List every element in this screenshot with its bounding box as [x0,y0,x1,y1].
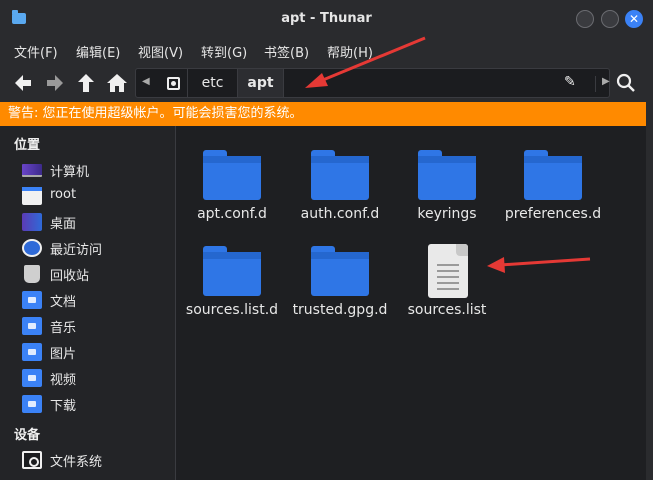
menu-file[interactable]: 文件(F) [14,42,58,61]
folder-icon [524,150,582,200]
desktop-icon [22,213,42,231]
file-name: sources.list [407,302,487,318]
window-edge [646,102,653,480]
path-scroll-left-icon[interactable]: ◀ [142,76,150,87]
home-icon[interactable] [106,72,128,94]
file-item-auth-conf-d[interactable]: auth.conf.d [285,138,395,228]
file-name: preferences.d [504,206,602,222]
path-scroll-right-icon[interactable]: ▶ [595,76,610,92]
home-folder-icon [22,187,42,205]
sidebar-item-desktop[interactable]: 桌面 [22,211,172,233]
forward-icon[interactable] [44,72,66,94]
path-bar: ◀ etc apt ✎ ▶ [135,68,610,98]
trash-icon [24,265,40,283]
documents-folder-icon [22,291,42,309]
title-bar: apt - Thunar ✕ [0,0,653,38]
downloads-folder-icon [22,395,42,413]
close-button[interactable]: ✕ [625,10,643,28]
places-header: 位置 [14,138,41,153]
path-crumb-apt[interactable]: apt [238,69,284,97]
sidebar-item-label: 桌面 [50,217,77,232]
sidebar-item-root[interactable]: root [22,185,172,207]
devices-header: 设备 [14,428,41,443]
file-item-sources-list[interactable]: sources.list [392,234,502,324]
computer-icon [22,164,42,177]
videos-folder-icon [22,369,42,387]
sidebar-item-downloads[interactable]: 下载 [22,393,172,415]
sidebar-item-trash[interactable]: 回收站 [22,263,172,285]
menu-view[interactable]: 视图(V) [138,42,183,61]
sidebar-item-label: 计算机 [50,165,90,180]
file-item-keyrings[interactable]: keyrings [392,138,502,228]
toolbar: ◀ etc apt ✎ ▶ [0,64,653,102]
search-icon[interactable] [615,72,637,94]
sidebar: 位置 计算机 root 桌面 最近访问 回收站 文档 音乐 图片 视频 下载 设… [0,126,176,480]
folder-icon [203,246,261,296]
menu-go[interactable]: 转到(G) [201,42,247,61]
sidebar-item-pictures[interactable]: 图片 [22,341,172,363]
menu-bookmarks[interactable]: 书签(B) [264,42,309,61]
back-icon[interactable] [12,72,34,94]
file-item-apt-conf-d[interactable]: apt.conf.d [177,138,287,228]
file-item-sources-list-d[interactable]: sources.list.d [177,234,287,324]
music-folder-icon [22,317,42,335]
file-view[interactable]: apt.conf.d auth.conf.d keyrings preferen… [177,126,646,480]
sidebar-item-recent[interactable]: 最近访问 [22,237,172,259]
file-item-trusted-gpg-d[interactable]: trusted.gpg.d [285,234,395,324]
sidebar-item-videos[interactable]: 视频 [22,367,172,389]
folder-icon [311,150,369,200]
filesystem-icon [22,451,42,469]
text-file-icon [428,244,468,298]
sidebar-item-label: 音乐 [50,321,77,336]
sidebar-item-filesystem[interactable]: 文件系统 [22,449,172,471]
pencil-icon[interactable]: ✎ [564,74,576,90]
maximize-button[interactable] [601,10,619,28]
pictures-folder-icon [22,343,42,361]
sidebar-item-label: 回收站 [50,269,90,284]
path-crumb-etc[interactable]: etc [188,69,238,97]
sidebar-item-label: 下载 [50,399,77,414]
sidebar-item-computer[interactable]: 计算机 [22,159,172,181]
root-warning-bar: 警告: 您正在使用超级帐户。可能会损害您的系统。 [0,102,646,126]
window-title: apt - Thunar [281,11,372,26]
sidebar-item-label: 最近访问 [50,243,103,258]
sidebar-item-label: 文件系统 [50,455,103,470]
folder-icon [418,150,476,200]
menu-help[interactable]: 帮助(H) [327,42,373,61]
menu-edit[interactable]: 编辑(E) [76,42,120,61]
folder-icon [203,150,261,200]
sidebar-item-label: root [50,187,77,202]
menu-bar: 文件(F) 编辑(E) 视图(V) 转到(G) 书签(B) 帮助(H) [0,38,653,64]
file-item-preferences-d[interactable]: preferences.d [498,138,608,228]
folder-icon [311,246,369,296]
minimize-button[interactable] [576,10,594,28]
sidebar-item-label: 图片 [50,347,77,362]
recent-icon [22,239,42,257]
disk-icon [167,77,180,90]
sidebar-item-label: 文档 [50,295,77,310]
path-crumb-root[interactable] [160,69,188,97]
up-icon[interactable] [75,72,97,94]
sidebar-item-label: 视频 [50,373,77,388]
sidebar-item-music[interactable]: 音乐 [22,315,172,337]
sidebar-item-documents[interactable]: 文档 [22,289,172,311]
